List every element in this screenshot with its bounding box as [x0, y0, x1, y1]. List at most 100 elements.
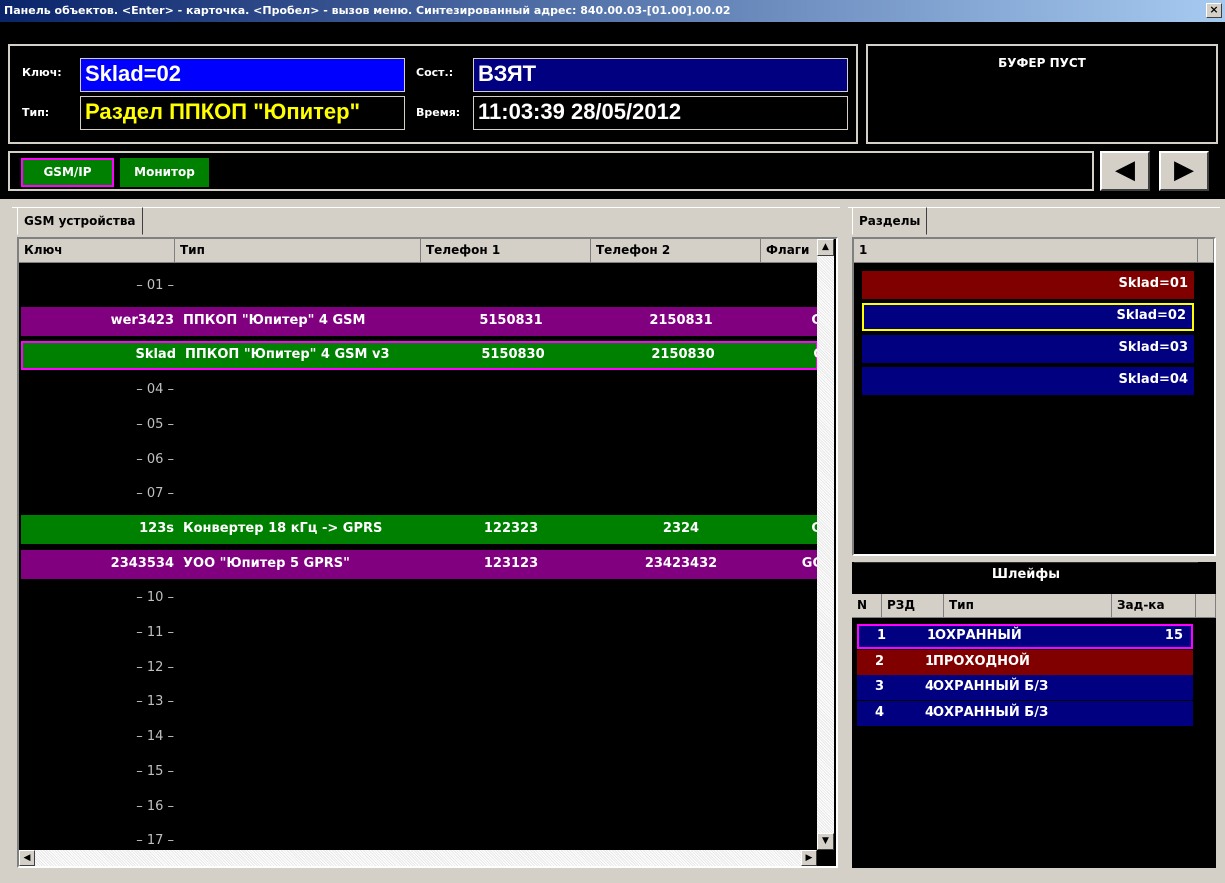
arrow-left-icon: ◀: [1115, 155, 1135, 185]
table-row[interactable]: – 13 –: [21, 688, 818, 717]
arrow-right-icon: ▶: [1174, 155, 1194, 185]
scroll-down-icon[interactable]: ▼: [817, 833, 834, 850]
section-item[interactable]: Sklad=04: [862, 367, 1194, 395]
section-item[interactable]: Sklad=03: [862, 335, 1194, 363]
time-field[interactable]: 11:03:39 28/05/2012: [473, 96, 848, 130]
cell-key: – 16 –: [136, 798, 174, 814]
loop-row[interactable]: 3 4 ОХРАННЫЙ Б/З: [857, 675, 1193, 700]
cell-key: – 07 –: [136, 486, 174, 502]
scroll-right-icon[interactable]: ▶: [801, 850, 817, 866]
cell-phone1: 122323: [483, 520, 539, 536]
devices-grid: Ключ Тип Телефон 1 Телефон 2 Флаги – 01 …: [17, 237, 838, 868]
cell-phone1: 123123: [483, 555, 539, 571]
cell-phone2: 2324: [662, 520, 700, 536]
cell-key: wer3423: [110, 312, 174, 328]
col-header-key[interactable]: Ключ: [19, 239, 175, 263]
time-label: Время:: [416, 106, 461, 119]
col-header-phone2[interactable]: Телефон 2: [591, 239, 761, 263]
scroll-up-icon[interactable]: ▲: [817, 239, 834, 256]
loop-n: 2: [875, 653, 885, 669]
next-button[interactable]: ▶: [1159, 151, 1209, 191]
sections-panel: 1 Sklad=01 Sklad=02 Sklad=03 Sklad=04: [852, 237, 1216, 556]
tab-sections[interactable]: Разделы: [852, 207, 928, 235]
gsm-ip-button[interactable]: GSM/IP: [21, 158, 114, 187]
object-info-panel: Ключ: Sklad=02 Тип: Раздел ППКОП "Юпитер…: [8, 44, 858, 144]
table-row[interactable]: – 04 –: [21, 376, 818, 405]
loop-type: ОХРАННЫЙ: [935, 628, 1022, 643]
table-row[interactable]: – 11 –: [21, 619, 818, 648]
close-icon: ×: [1209, 3, 1219, 16]
cell-key: Sklad: [135, 347, 176, 363]
loops-col-type[interactable]: Тип: [944, 594, 1112, 618]
table-row[interactable]: – 16 –: [21, 793, 818, 822]
loops-col-filler: [1196, 594, 1216, 618]
loop-n: 1: [877, 628, 887, 643]
prev-button[interactable]: ◀: [1100, 151, 1150, 191]
state-label: Сост.:: [416, 66, 454, 79]
key-field[interactable]: Sklad=02: [80, 58, 405, 92]
type-label: Тип:: [22, 106, 50, 119]
cell-type: Конвертер 18 кГц -> GPRS: [183, 520, 383, 536]
table-row[interactable]: – 01 –: [21, 272, 818, 301]
section-item[interactable]: Sklad=01: [862, 271, 1194, 299]
loop-n: 4: [875, 704, 885, 720]
scroll-left-icon[interactable]: ◀: [19, 850, 35, 866]
table-row[interactable]: – 14 –: [21, 723, 818, 752]
table-row[interactable]: 123sКонвертер 18 кГц -> GPRS1223232324G: [21, 514, 822, 544]
cell-key: – 05 –: [136, 416, 174, 432]
grid-vertical-scrollbar[interactable]: ▲ ▼: [817, 239, 834, 850]
loops-title: Шлейфы: [854, 562, 1198, 586]
sections-header: 1: [854, 239, 1198, 263]
table-row[interactable]: – 07 –: [21, 480, 818, 509]
table-row[interactable]: – 06 –: [21, 446, 818, 475]
window-title-bar: Панель объектов. <Enter> - карточка. <Пр…: [0, 0, 1225, 22]
sections-header-filler: [1198, 239, 1214, 263]
loops-col-rzd[interactable]: РЗД: [882, 594, 944, 618]
monitor-button[interactable]: Монитор: [120, 158, 209, 187]
loop-delay: 15: [1164, 628, 1183, 643]
loop-row[interactable]: 2 1 ПРОХОДНОЙ: [857, 649, 1193, 675]
table-row[interactable]: 2343534 УОО "Юпитер 5 GPRS" 123123 23423432…: [21, 549, 822, 579]
col-header-type[interactable]: Тип: [175, 239, 421, 263]
cell-key: – 12 –: [136, 659, 174, 675]
state-field[interactable]: ВЗЯТ: [473, 58, 848, 92]
table-row[interactable]: – 12 –: [21, 654, 818, 683]
tab-gsm-devices[interactable]: GSM устройства: [17, 207, 143, 235]
cell-type: ППКОП "Юпитер" 4 GSM v3: [185, 347, 390, 363]
cell-key: – 13 –: [136, 694, 174, 710]
cell-key: – 11 –: [136, 625, 174, 640]
mode-tabs-panel: GSM/IP Монитор: [8, 151, 1094, 191]
cell-phone1: 5150830: [481, 347, 545, 363]
col-header-phone1[interactable]: Телефон 1: [421, 239, 591, 263]
loop-type: ОХРАННЫЙ Б/З: [933, 679, 1049, 694]
loops-col-n[interactable]: N: [852, 594, 882, 618]
cell-phone2: 2150831: [649, 312, 713, 328]
loops-col-delay[interactable]: Зад-ка: [1112, 594, 1196, 618]
loop-type: ОХРАННЫЙ Б/З: [933, 704, 1049, 720]
cell-key: 123s: [139, 520, 174, 536]
table-row[interactable]: – 10 –: [21, 584, 818, 613]
loop-type: ПРОХОДНОЙ: [933, 653, 1030, 669]
cell-key: – 04 –: [136, 382, 174, 398]
cell-phone2: 2150830: [651, 347, 715, 363]
section-item[interactable]: Sklad=02: [862, 303, 1194, 331]
table-row[interactable]: Sklad ППКОП "Юпитер" 4 GSM v3 5150830 21508…: [21, 341, 824, 371]
buffer-status: БУФЕР ПУСТ: [998, 56, 1086, 70]
col-header-flags[interactable]: Флаги: [761, 239, 825, 263]
table-row[interactable]: – 05 –: [21, 411, 818, 440]
cell-key: – 14 –: [136, 729, 174, 745]
type-field[interactable]: Раздел ППКОП "Юпитер": [80, 96, 405, 130]
cell-phone2: 23423432: [644, 555, 718, 571]
loop-row[interactable]: 1 1 ОХРАННЫЙ 15: [857, 624, 1193, 649]
window-close-button[interactable]: ×: [1206, 3, 1222, 18]
table-row[interactable]: – 15 –: [21, 758, 818, 787]
loops-panel: Шлейфы N РЗД Тип Зад-ка 1 1 ОХРАННЫЙ 15 2 1 ПР…: [852, 562, 1216, 868]
cell-type: УОО "Юпитер 5 GPRS": [183, 555, 350, 571]
grid-horizontal-scrollbar[interactable]: ◀ ▶: [19, 850, 817, 866]
table-row[interactable]: wer3423 ППКОП "Юпитер" 4 GSM 5150831 215083…: [21, 306, 822, 336]
loop-n: 3: [875, 679, 885, 694]
cell-type: ППКОП "Юпитер" 4 GSM: [183, 312, 366, 328]
cell-phone1: 5150831: [479, 312, 543, 328]
loop-row[interactable]: 4 4 ОХРАННЫЙ Б/З: [857, 700, 1193, 726]
buffer-panel: БУФЕР ПУСТ: [866, 44, 1218, 144]
